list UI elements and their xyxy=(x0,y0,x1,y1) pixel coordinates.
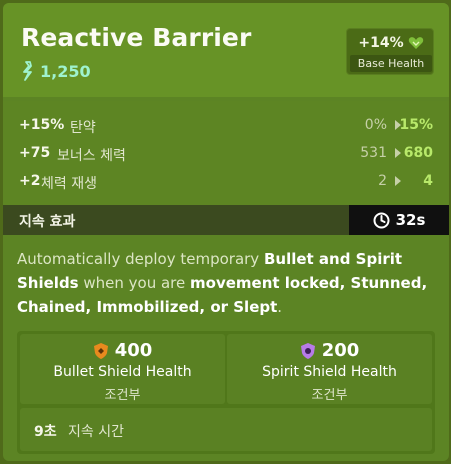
stat-row: +75 보너스 체력 531 680 xyxy=(3,139,449,167)
spirit-shield-name: Spirit Shield Health xyxy=(262,364,397,380)
bullet-shield-name: Bullet Shield Health xyxy=(53,364,192,380)
souls-currency-icon xyxy=(23,61,32,81)
bullet-shield-icon xyxy=(93,342,108,359)
bullet-shield-box: 400 Bullet Shield Health 조건부 xyxy=(20,334,225,404)
bullet-shield-condition: 조건부 xyxy=(104,388,141,403)
stat-label: 탄약 xyxy=(70,120,96,136)
spirit-shield-box: 200 Spirit Shield Health 조건부 xyxy=(227,334,432,404)
item-price: 1,250 xyxy=(21,60,91,82)
item-header: Reactive Barrier 1,250 +14% Base Health xyxy=(3,3,449,97)
base-health-label: Base Health xyxy=(350,55,432,72)
item-title: Reactive Barrier xyxy=(21,23,252,52)
stat-row: +15% 탄약 0% 15% xyxy=(3,111,449,139)
stat-from: 0% xyxy=(364,117,387,133)
passive-label: 지속 효과 xyxy=(19,214,76,230)
description-text: . xyxy=(277,298,283,316)
price-amount: 1,250 xyxy=(40,61,91,81)
description-text: Automatically deploy temporary xyxy=(17,250,264,268)
spirit-shield-icon xyxy=(300,342,315,359)
base-health-bonus: +14% xyxy=(358,35,404,51)
stat-value: +75 xyxy=(19,145,51,161)
stat-label: 체력 재생 xyxy=(41,176,97,192)
item-tooltip-card: Reactive Barrier 1,250 +14% Base Health … xyxy=(3,3,449,461)
clock-icon xyxy=(373,212,390,228)
stat-value: +15% xyxy=(19,117,65,133)
item-description: Automatically deploy temporary Bullet an… xyxy=(17,247,437,319)
stat-label: 보너스 체력 xyxy=(57,148,126,164)
arrow-right-icon xyxy=(395,148,401,158)
shield-duration-label: 지속 시간 xyxy=(68,424,124,440)
stat-value: +2 xyxy=(19,173,41,189)
bullet-shield-value: 400 xyxy=(114,340,153,361)
stat-from: 531 xyxy=(360,145,387,161)
description-text: when you are xyxy=(78,274,191,292)
health-icon xyxy=(408,37,423,49)
base-health-badge: +14% Base Health xyxy=(346,28,434,75)
spirit-shield-value: 200 xyxy=(321,340,360,361)
stat-list: +15% 탄약 0% 15% +75 보너스 체력 531 680 +2 체력 … xyxy=(3,101,449,205)
cooldown-badge: 32s xyxy=(349,205,449,235)
spirit-shield-condition: 조건부 xyxy=(311,388,348,403)
stat-to: 680 xyxy=(403,145,433,161)
shield-stats-panel: 400 Bullet Shield Health 조건부 200 Spirit … xyxy=(17,331,435,454)
shield-duration-value: 9초 xyxy=(34,424,57,440)
shield-duration-row: 9초 지속 시간 xyxy=(20,408,432,451)
arrow-right-icon xyxy=(395,176,401,186)
passive-duration-bar: 지속 효과 32s xyxy=(3,205,449,235)
stat-to: 4 xyxy=(423,173,433,189)
stat-to: 15% xyxy=(399,117,433,133)
stat-row: +2 체력 재생 2 4 xyxy=(3,167,449,195)
stat-from: 2 xyxy=(378,173,387,189)
cooldown-time: 32s xyxy=(395,211,426,229)
